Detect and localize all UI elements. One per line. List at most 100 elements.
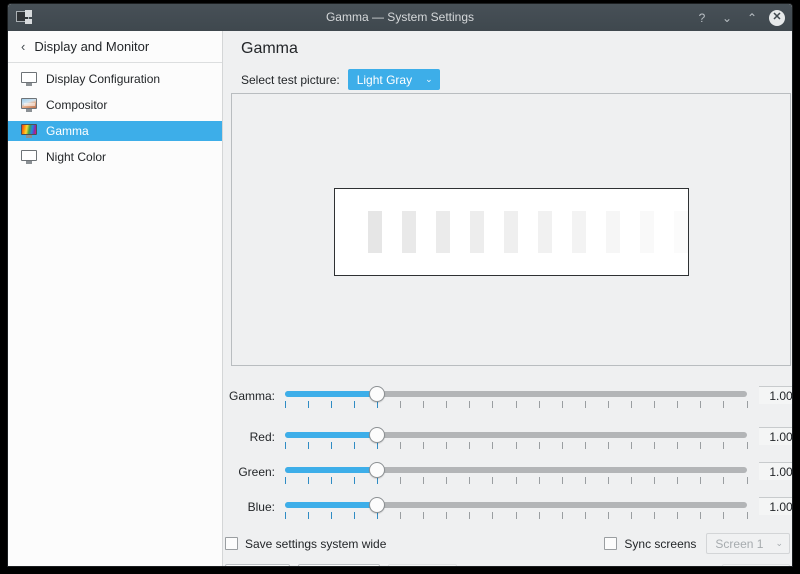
monitor-picture-icon [21, 98, 37, 112]
save-settings-system-wide-checkbox[interactable]: Save settings system wide [225, 537, 386, 551]
slider-tick [654, 512, 655, 519]
slider-tick [423, 442, 424, 449]
test-picture-preview [231, 93, 791, 366]
slider-row: Gamma:1.00 [223, 386, 792, 414]
slider-tick [331, 477, 332, 484]
sidebar-header-title: Display and Monitor [34, 39, 149, 54]
slider-tick [747, 512, 748, 519]
sidebar-item-label: Gamma [46, 124, 89, 138]
slider-tick [631, 401, 632, 408]
sidebar-item-night-color[interactable]: Night Color [8, 147, 222, 167]
slider-tick [285, 401, 286, 408]
test-picture-dropdown[interactable]: Light Gray ⌄ [348, 69, 440, 90]
gray-bar [538, 211, 552, 253]
action-buttons-row: Help Defaults ↺ Reset ✓ Apply [223, 564, 792, 566]
slider-tick [354, 512, 355, 519]
slider-ticks [285, 512, 747, 519]
window-controls: ? ⌄ ⌃ ✕ [694, 4, 785, 31]
slider-tick [331, 442, 332, 449]
slider-handle[interactable] [369, 497, 385, 513]
gray-bar [368, 211, 382, 253]
slider-tick [562, 442, 563, 449]
sidebar-item-gamma[interactable]: Gamma [8, 121, 222, 141]
minimize-icon[interactable]: ⌄ [719, 10, 735, 26]
monitor-icon [21, 72, 37, 86]
slider-tick [585, 442, 586, 449]
sidebar-item-display-configuration[interactable]: Display Configuration [8, 69, 222, 89]
sidebar-item-label: Compositor [46, 98, 107, 112]
slider-blue[interactable] [285, 497, 747, 523]
window-title: Gamma — System Settings [8, 4, 792, 31]
slider-tick [539, 401, 540, 408]
sidebar-item-compositor[interactable]: Compositor [8, 95, 222, 115]
slider-row: Red:1.00 [223, 427, 792, 455]
checkbox-box[interactable] [225, 537, 238, 550]
help-button[interactable]: Help [225, 564, 290, 566]
chevron-down-icon: ⌄ [775, 538, 783, 549]
screen-selector-dropdown: Screen 1 ⌄ [706, 533, 790, 554]
slider-tick [677, 401, 678, 408]
slider-handle[interactable] [369, 386, 385, 402]
slider-tick [585, 477, 586, 484]
slider-tick [469, 477, 470, 484]
sidebar-header[interactable]: ‹ Display and Monitor [8, 31, 222, 63]
slider-tick [700, 401, 701, 408]
slider-tick [631, 477, 632, 484]
slider-tick [377, 512, 378, 519]
slider-fill [285, 467, 377, 473]
slider-value: 1.00 [759, 462, 792, 480]
slider-tick [723, 401, 724, 408]
slider-tick [377, 401, 378, 408]
slider-tick [747, 442, 748, 449]
slider-tick [285, 442, 286, 449]
slider-tick [631, 442, 632, 449]
slider-tick [562, 401, 563, 408]
slider-red[interactable] [285, 427, 747, 453]
sync-screens-checkbox[interactable]: Sync screens [604, 537, 696, 551]
slider-handle[interactable] [369, 427, 385, 443]
apply-button: ✓ Apply [722, 564, 790, 566]
slider-tick [677, 442, 678, 449]
gray-bar [436, 211, 450, 253]
slider-tick [469, 512, 470, 519]
slider-tick [308, 401, 309, 408]
back-chevron-icon[interactable]: ‹ [21, 40, 25, 53]
slider-tick [469, 401, 470, 408]
sidebar-list: Display Configuration Compositor Gamma [8, 63, 222, 167]
defaults-button[interactable]: Defaults [298, 564, 380, 566]
close-icon[interactable]: ✕ [769, 10, 785, 26]
slider-tick [354, 442, 355, 449]
slider-tick [539, 477, 540, 484]
checkbox-box[interactable] [604, 537, 617, 550]
slider-tick [377, 477, 378, 484]
slider-tick [677, 512, 678, 519]
slider-green[interactable] [285, 462, 747, 488]
slider-tick [400, 442, 401, 449]
slider-tick [516, 442, 517, 449]
slider-tick [654, 401, 655, 408]
slider-tick [308, 442, 309, 449]
slider-tick [700, 442, 701, 449]
sync-screens-label: Sync screens [624, 537, 696, 551]
slider-tick [677, 477, 678, 484]
gray-bar [402, 211, 416, 253]
slider-tick [285, 477, 286, 484]
slider-tick [723, 442, 724, 449]
slider-label: Green: [223, 462, 275, 480]
slider-handle[interactable] [369, 462, 385, 478]
main-panel: Gamma Select test picture: Light Gray ⌄ … [223, 31, 792, 566]
slider-tick [585, 512, 586, 519]
slider-ticks [285, 401, 747, 408]
sidebar: ‹ Display and Monitor Display Configurat… [8, 31, 223, 566]
slider-gamma[interactable] [285, 386, 747, 412]
slider-label: Blue: [223, 497, 275, 515]
title-bar: Gamma — System Settings ? ⌄ ⌃ ✕ [8, 4, 792, 32]
slider-tick [516, 401, 517, 408]
slider-label: Red: [223, 427, 275, 445]
slider-tick [354, 477, 355, 484]
slider-tick [492, 401, 493, 408]
sidebar-item-label: Display Configuration [46, 72, 160, 86]
maximize-icon[interactable]: ⌃ [744, 10, 760, 26]
gray-bar [606, 211, 620, 253]
help-icon[interactable]: ? [694, 10, 710, 26]
